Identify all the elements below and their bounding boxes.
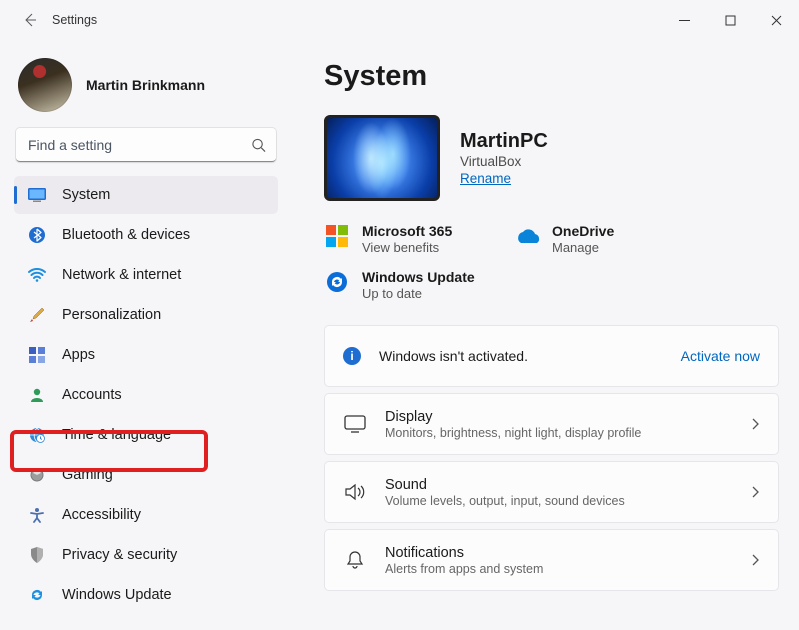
wifi-icon (28, 266, 46, 284)
sidebar-item-label: Windows Update (62, 587, 172, 603)
rename-link[interactable]: Rename (460, 171, 511, 186)
service-subtitle: Manage (552, 240, 614, 255)
service-subtitle: Up to date (362, 286, 475, 301)
device-name: MartinPC (460, 130, 548, 153)
sidebar-item-label: Time & language (62, 427, 171, 443)
sidebar-item-label: Bluetooth & devices (62, 227, 190, 243)
service-onedrive[interactable]: OneDrive Manage (514, 223, 664, 255)
minimize-button[interactable] (661, 5, 707, 35)
sidebar-item-personalization[interactable]: Personalization (14, 296, 278, 334)
page-title: System (324, 60, 779, 93)
card-subtitle: Monitors, brightness, night light, displ… (385, 426, 641, 440)
user-profile[interactable]: Martin Brinkmann (14, 50, 278, 128)
sidebar-item-windows-update[interactable]: Windows Update (14, 576, 278, 614)
person-icon (28, 386, 46, 404)
main-panel: System MartinPC VirtualBox Rename Micros… (290, 40, 799, 630)
bell-icon (343, 550, 367, 570)
search-box (16, 128, 276, 162)
accessibility-icon (28, 506, 46, 524)
maximize-icon (725, 15, 736, 26)
sidebar-item-label: Gaming (62, 467, 113, 483)
service-subtitle: View benefits (362, 240, 452, 255)
card-display[interactable]: Display Monitors, brightness, night ligh… (324, 393, 779, 455)
apps-icon (28, 346, 46, 364)
activation-alert[interactable]: i Windows isn't activated. Activate now (324, 325, 779, 387)
device-thumbnail[interactable] (324, 115, 440, 201)
sidebar-item-bluetooth[interactable]: Bluetooth & devices (14, 216, 278, 254)
paintbrush-icon (28, 306, 46, 324)
sidebar-item-label: System (62, 187, 110, 203)
avatar (18, 58, 72, 112)
system-icon (28, 186, 46, 204)
sidebar-item-time-language[interactable]: Time & language (14, 416, 278, 454)
sidebar-item-accounts[interactable]: Accounts (14, 376, 278, 414)
onedrive-icon (514, 223, 540, 249)
device-summary: MartinPC VirtualBox Rename (324, 115, 779, 201)
arrow-left-icon (22, 12, 38, 28)
shield-icon (28, 546, 46, 564)
service-windows-update[interactable]: Windows Update Up to date (324, 269, 475, 301)
search-input[interactable] (16, 128, 276, 162)
user-name: Martin Brinkmann (86, 77, 205, 93)
sidebar-item-gaming[interactable]: Gaming (14, 456, 278, 494)
chevron-right-icon (750, 553, 760, 567)
sidebar-item-network[interactable]: Network & internet (14, 256, 278, 294)
search-icon (251, 138, 266, 153)
card-sound[interactable]: Sound Volume levels, output, input, soun… (324, 461, 779, 523)
service-title: Microsoft 365 (362, 223, 452, 239)
update-icon (28, 586, 46, 604)
maximize-button[interactable] (707, 5, 753, 35)
nav: System Bluetooth & devices Network & int… (14, 176, 278, 614)
card-title: Notifications (385, 545, 543, 561)
sidebar-item-label: Privacy & security (62, 547, 177, 563)
services-row-2: Windows Update Up to date (324, 269, 779, 301)
sidebar-item-label: Accessibility (62, 507, 141, 523)
window-controls (661, 5, 799, 35)
device-subtitle: VirtualBox (460, 154, 548, 169)
gaming-icon (28, 466, 46, 484)
windows-update-icon (324, 269, 350, 295)
chevron-right-icon (750, 417, 760, 431)
activation-message: Windows isn't activated. (379, 348, 528, 364)
service-title: OneDrive (552, 223, 614, 239)
info-icon: i (343, 347, 361, 365)
service-title: Windows Update (362, 269, 475, 285)
sidebar-item-apps[interactable]: Apps (14, 336, 278, 374)
window-title: Settings (52, 13, 97, 27)
sidebar-item-privacy[interactable]: Privacy & security (14, 536, 278, 574)
sidebar-item-label: Accounts (62, 387, 122, 403)
sidebar-item-label: Network & internet (62, 267, 181, 283)
sidebar-item-accessibility[interactable]: Accessibility (14, 496, 278, 534)
globe-clock-icon (28, 426, 46, 444)
close-icon (771, 15, 782, 26)
card-title: Sound (385, 477, 625, 493)
card-subtitle: Volume levels, output, input, sound devi… (385, 494, 625, 508)
card-notifications[interactable]: Notifications Alerts from apps and syste… (324, 529, 779, 591)
microsoft-365-icon (324, 223, 350, 249)
service-microsoft-365[interactable]: Microsoft 365 View benefits (324, 223, 474, 255)
chevron-right-icon (750, 485, 760, 499)
minimize-icon (679, 15, 690, 26)
display-icon (343, 415, 367, 433)
sidebar: Martin Brinkmann System Bluetooth & devi… (0, 40, 290, 630)
services-row: Microsoft 365 View benefits OneDrive Man… (324, 223, 779, 255)
card-subtitle: Alerts from apps and system (385, 562, 543, 576)
sidebar-item-label: Personalization (62, 307, 161, 323)
titlebar: Settings (0, 0, 799, 40)
close-button[interactable] (753, 5, 799, 35)
back-button[interactable] (10, 0, 50, 40)
sidebar-item-label: Apps (62, 347, 95, 363)
activate-now-link[interactable]: Activate now (681, 348, 760, 364)
sidebar-item-system[interactable]: System (14, 176, 278, 214)
bluetooth-icon (28, 226, 46, 244)
card-title: Display (385, 409, 641, 425)
sound-icon (343, 483, 367, 501)
